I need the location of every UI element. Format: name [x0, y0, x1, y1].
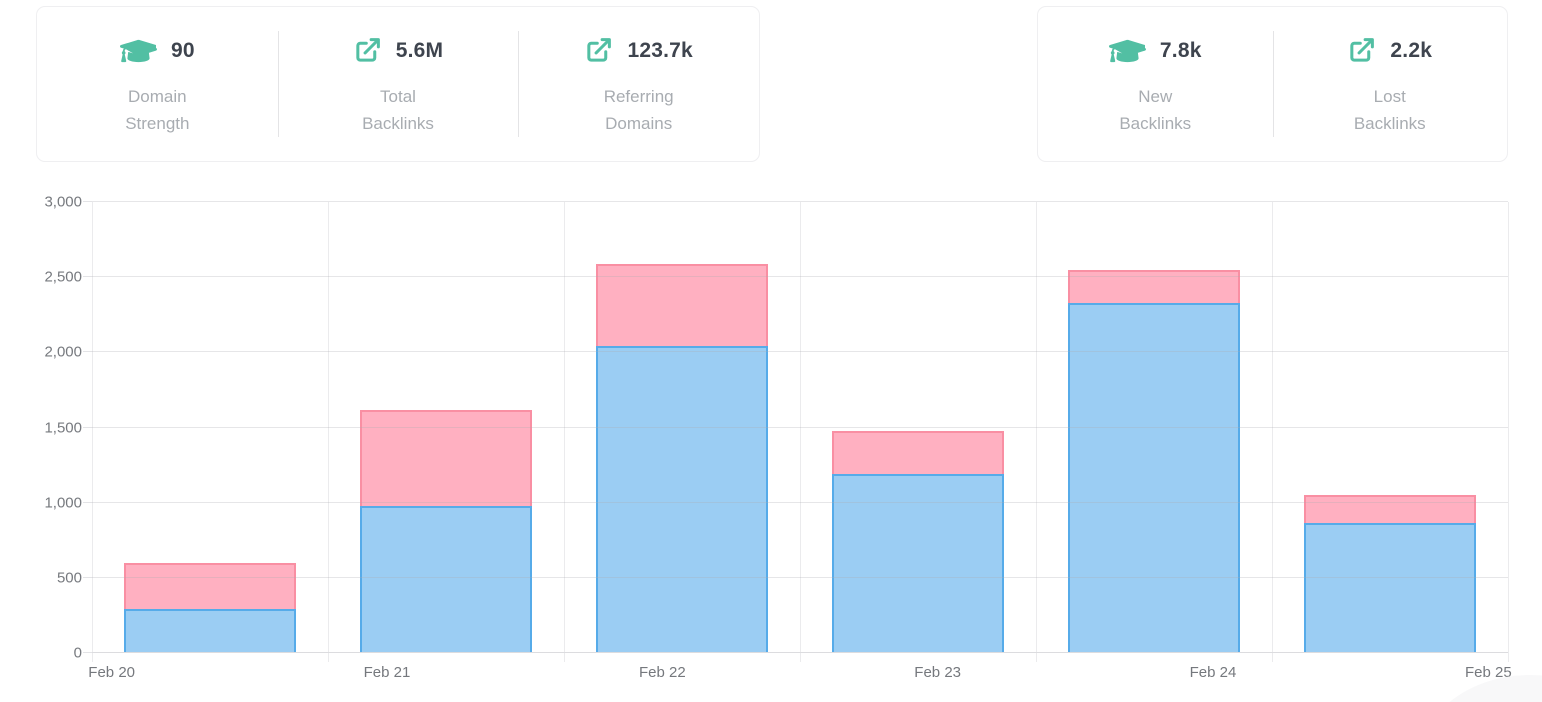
- bar-segment-pink[interactable]: [1304, 495, 1475, 523]
- stat-value: 5.6M: [396, 39, 444, 63]
- x-axis-line: [92, 652, 1508, 653]
- stat-referring-domains-value-row: 123.7k: [584, 34, 692, 68]
- bar-segment-blue[interactable]: [360, 506, 531, 653]
- stat-value: 123.7k: [627, 39, 692, 63]
- backlinks-stacked-bar-chart: 05001,0001,5002,0002,5003,000Feb 20Feb 2…: [92, 202, 1508, 653]
- stat-total-backlinks: 5.6M Total Backlinks: [278, 7, 519, 161]
- bar-slot-feb-20: Feb 20: [92, 202, 328, 653]
- bar-segment-blue[interactable]: [596, 346, 767, 653]
- x-axis-tick-label: Feb 22: [639, 664, 686, 681]
- y-axis-tick-label: 500: [57, 569, 82, 586]
- gridline-horizontal: [92, 502, 1508, 503]
- gridline-horizontal: [92, 427, 1508, 428]
- stat-label: Referring Domains: [587, 83, 691, 137]
- bar-segment-pink[interactable]: [360, 410, 531, 506]
- y-axis-tick-label: 2,500: [44, 269, 82, 286]
- x-axis-tick-label: Feb 23: [914, 664, 961, 681]
- domain-overview-card: 90 Domain Strength 5.6M Total Backlinks …: [36, 6, 760, 162]
- stat-new-backlinks-value-row: 7.8k: [1109, 34, 1202, 68]
- external-link-icon: [1347, 36, 1376, 65]
- x-axis-tick-label: Feb 24: [1190, 664, 1237, 681]
- stat-lost-backlinks-value-row: 2.2k: [1347, 34, 1432, 68]
- stat-domain-strength: 90 Domain Strength: [37, 7, 278, 161]
- gridline-horizontal: [92, 276, 1508, 277]
- bar-slot-feb-24: Feb 24: [1036, 202, 1272, 653]
- bar-segment-pink[interactable]: [124, 563, 295, 610]
- stat-label: Lost Backlinks: [1338, 83, 1442, 137]
- gridline-horizontal: [92, 201, 1508, 202]
- y-axis-tick-label: 2,000: [44, 344, 82, 361]
- gridline-vertical: [1508, 202, 1509, 662]
- graduation-cap-icon: [120, 36, 157, 66]
- stat-value: 2.2k: [1390, 39, 1432, 63]
- y-axis-tick-label: 1,500: [44, 419, 82, 436]
- external-link-icon: [584, 36, 613, 65]
- x-axis-tick-label: Feb 21: [364, 664, 411, 681]
- gridline-horizontal: [92, 577, 1508, 578]
- backlinks-change-card: 7.8k New Backlinks 2.2k Lost Backlinks: [1037, 6, 1508, 162]
- y-axis-tick-label: 0: [74, 645, 82, 662]
- external-link-icon: [353, 36, 382, 65]
- stat-referring-domains: 123.7k Referring Domains: [518, 7, 759, 161]
- stat-label: Total Backlinks: [346, 83, 450, 137]
- stat-total-backlinks-value-row: 5.6M: [353, 34, 444, 68]
- stat-label: Domain Strength: [105, 83, 209, 137]
- stat-value: 7.8k: [1160, 39, 1202, 63]
- bar-slot-feb-22: Feb 22: [564, 202, 800, 653]
- bar-slot-feb-21: Feb 21: [328, 202, 564, 653]
- bar-segment-blue[interactable]: [124, 609, 295, 653]
- stat-domain-strength-value-row: 90: [120, 34, 195, 68]
- bar-segment-pink[interactable]: [832, 431, 1003, 475]
- stat-lost-backlinks: 2.2k Lost Backlinks: [1273, 7, 1508, 161]
- graduation-cap-icon: [1109, 36, 1146, 66]
- stat-value: 90: [171, 39, 195, 63]
- bar-slot-feb-25: Feb 25: [1272, 202, 1508, 653]
- y-axis-tick-label: 3,000: [44, 194, 82, 211]
- gridline-horizontal: [92, 351, 1508, 352]
- y-axis-tick-label: 1,000: [44, 494, 82, 511]
- bar-segment-blue[interactable]: [1304, 523, 1475, 653]
- bar-slot-feb-23: Feb 23: [800, 202, 1036, 653]
- bar-segment-pink[interactable]: [1068, 270, 1239, 304]
- stat-label: New Backlinks: [1103, 83, 1207, 137]
- bar-segment-blue[interactable]: [1068, 303, 1239, 653]
- stat-new-backlinks: 7.8k New Backlinks: [1038, 7, 1273, 161]
- x-axis-tick-label: Feb 20: [88, 664, 135, 681]
